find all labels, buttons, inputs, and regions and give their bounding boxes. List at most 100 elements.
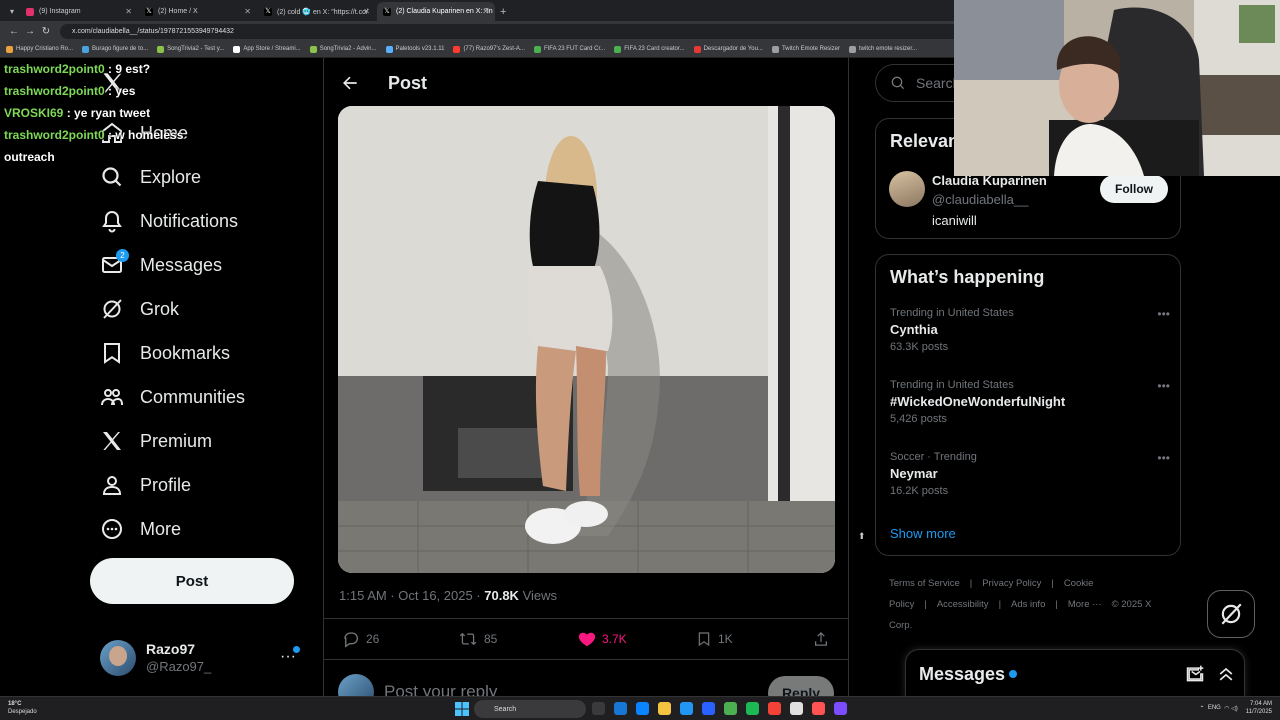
tab-close-icon[interactable]: ✕ <box>244 7 251 16</box>
tab-close-icon[interactable]: ✕ <box>125 7 132 16</box>
tab-close-icon[interactable]: ✕ <box>482 7 489 16</box>
bookmark-item[interactable]: Descargador de You... <box>693 45 763 53</box>
app-icon[interactable] <box>768 702 781 715</box>
reply-button[interactable]: Reply <box>768 676 834 696</box>
trend-item[interactable]: Trending in United States #WickedOneWond… <box>890 379 1170 425</box>
footer-link[interactable]: Accessibility <box>937 599 989 610</box>
trend-item[interactable]: Trending in United States Cynthia 63.3K … <box>890 307 1170 353</box>
browser-tab[interactable]: 𝕏 (2) Home / X ✕ <box>139 2 257 21</box>
like-action[interactable]: 3.7K <box>578 630 627 648</box>
sidebar-item-communities[interactable]: Communities <box>100 380 245 414</box>
sidebar-item-label: More <box>140 518 182 539</box>
footer-link[interactable]: More ··· <box>1068 599 1102 610</box>
trend-item[interactable]: Soccer · Trending Neymar 16.2K posts ••• <box>890 451 1170 497</box>
clock[interactable]: 7:04 AM 11/7/2025 <box>1246 700 1272 716</box>
tab-close-icon[interactable]: ✕ <box>363 7 370 16</box>
volume-icon[interactable]: ◁) <box>1231 705 1238 712</box>
sidebar-item-profile[interactable]: Profile <box>100 468 191 502</box>
taskbar-search[interactable]: Search <box>474 700 586 718</box>
edge-browser-icon[interactable] <box>636 702 649 715</box>
discord-icon[interactable] <box>834 702 847 715</box>
chevron-up-icon[interactable] <box>1216 664 1236 684</box>
new-tab-button[interactable]: + <box>500 2 506 21</box>
sidebar-item-label: Messages <box>140 254 223 275</box>
more-dots-icon[interactable]: ••• <box>1157 379 1170 393</box>
trend-count: 63.3K posts <box>890 341 949 353</box>
footer-link[interactable]: Terms of Service <box>889 578 960 589</box>
bookmark-action[interactable]: 1K <box>696 630 733 648</box>
photo-woman-against-wall <box>338 106 835 573</box>
mail-icon[interactable] <box>702 702 715 715</box>
obs-icon[interactable] <box>790 702 803 715</box>
forward-arrow-icon[interactable]: → <box>22 26 38 37</box>
bell-icon <box>100 209 124 233</box>
folder-icon[interactable] <box>658 702 671 715</box>
sidebar-item-more[interactable]: More <box>100 512 181 546</box>
music-icon[interactable] <box>812 702 825 715</box>
bookmark-count: 1K <box>718 632 733 646</box>
bookmark-item[interactable]: Happy Cristiano Ro... <box>6 45 73 53</box>
store-icon[interactable] <box>680 702 693 715</box>
back-arrow-icon[interactable] <box>340 73 360 93</box>
browser-tab[interactable]: 𝕏 (2) cold 🥶 en X: "https://t.co/✕ <box>258 2 376 21</box>
tab-search-icon[interactable]: ▾ <box>4 2 20 21</box>
more-dots-icon[interactable]: ··· <box>280 648 296 666</box>
browser-tab-active[interactable]: 𝕏 (2) Claudia Kuparinen en X: "In ✕ <box>377 2 495 21</box>
bookmark-item[interactable]: FIFA 23 FUT Card Cr... <box>533 45 605 53</box>
account-switcher[interactable]: Razo97 @Razo97_ ··· <box>100 638 310 678</box>
sidebar-item-grok[interactable]: Grok <box>100 292 179 326</box>
task-view-icon[interactable] <box>592 702 605 715</box>
share-action[interactable] <box>812 630 836 648</box>
reload-icon[interactable]: ↻ <box>38 26 54 37</box>
sidebar-item-bookmarks[interactable]: Bookmarks <box>100 336 230 370</box>
url-field[interactable]: x.com/claudiabella__/status/197872155394… <box>60 23 1000 39</box>
weather-widget[interactable]: 18°C Despejado <box>8 700 37 716</box>
back-arrow-icon[interactable]: ← <box>6 26 22 37</box>
bookmark-item[interactable]: FIFA 23 Card creator... <box>614 45 685 53</box>
post-image[interactable] <box>338 106 835 573</box>
bookmark-favicon-icon <box>771 45 779 53</box>
bookmark-item[interactable]: Twitch Emote Resizer <box>771 45 840 53</box>
sidebar-item-messages[interactable]: 2 Messages <box>100 248 222 282</box>
bookmark-item[interactable]: Paletools v23.1.11 <box>385 45 444 53</box>
spotify-icon[interactable] <box>746 702 759 715</box>
bookmark-item[interactable]: SongTrivia2 - Test y... <box>157 45 224 53</box>
weather-desc: Despejado <box>8 709 37 715</box>
messages-drawer[interactable]: Messages <box>905 649 1245 696</box>
sidebar-item-notifications[interactable]: Notifications <box>100 204 238 238</box>
bookmark-item[interactable]: twitch emote resizer... <box>848 45 917 53</box>
footer-link[interactable]: Privacy Policy <box>982 578 1041 589</box>
tab-title: (2) cold 🥶 en X: "https://t.co/ <box>277 8 368 16</box>
wifi-icon[interactable]: ◠ <box>1224 705 1229 712</box>
post-timestamp: 1:15 AM · Oct 16, 2025 · 70.8K Views <box>339 588 557 603</box>
footer-links: Terms of Service | Privacy Policy | Cookie P… <box>889 573 1179 636</box>
new-message-icon[interactable] <box>1185 664 1205 684</box>
more-dots-icon[interactable]: ••• <box>1157 307 1170 321</box>
post-button[interactable]: Post <box>90 558 294 604</box>
reply-action[interactable]: 26 <box>342 630 379 648</box>
bookmark-item[interactable]: (77) Razo97's Zest-A... <box>453 45 525 53</box>
bookmark-item[interactable]: SongTrivia2 - Advin... <box>309 45 377 53</box>
show-more-link[interactable]: Show more <box>890 526 956 541</box>
chat-message: trashword2point0 : 9 est? <box>4 58 214 80</box>
tab-title: (2) Home / X <box>158 8 198 15</box>
footer-link[interactable]: Ads info <box>1011 599 1045 610</box>
sidebar-item-premium[interactable]: Premium <box>100 424 212 458</box>
more-dots-icon[interactable]: ••• <box>1157 451 1170 465</box>
chevron-up-icon[interactable]: ⌃ <box>1199 705 1204 712</box>
follow-button[interactable]: Follow <box>1100 175 1168 203</box>
repost-action[interactable]: 85 <box>458 630 497 648</box>
windows-start-icon[interactable] <box>455 702 469 716</box>
reply-input[interactable]: Post your reply <box>384 682 497 696</box>
bookmark-item[interactable]: Burago figure de to... <box>82 45 148 53</box>
sidebar-item-label: Grok <box>140 298 180 319</box>
bookmark-item[interactable]: App Store / Streami... <box>233 45 301 53</box>
grok-button[interactable] <box>1207 590 1255 638</box>
chrome-icon[interactable] <box>724 702 737 715</box>
avatar[interactable] <box>889 171 925 207</box>
language-indicator[interactable]: ENG <box>1208 705 1221 711</box>
bookmark-label: FIFA 23 Card creator... <box>624 46 685 52</box>
browser-tab[interactable]: (9) Instagram ✕ <box>20 2 138 21</box>
file-explorer-icon[interactable] <box>614 702 627 715</box>
chat-message: trashword2point0 : w homeless <box>4 124 214 146</box>
